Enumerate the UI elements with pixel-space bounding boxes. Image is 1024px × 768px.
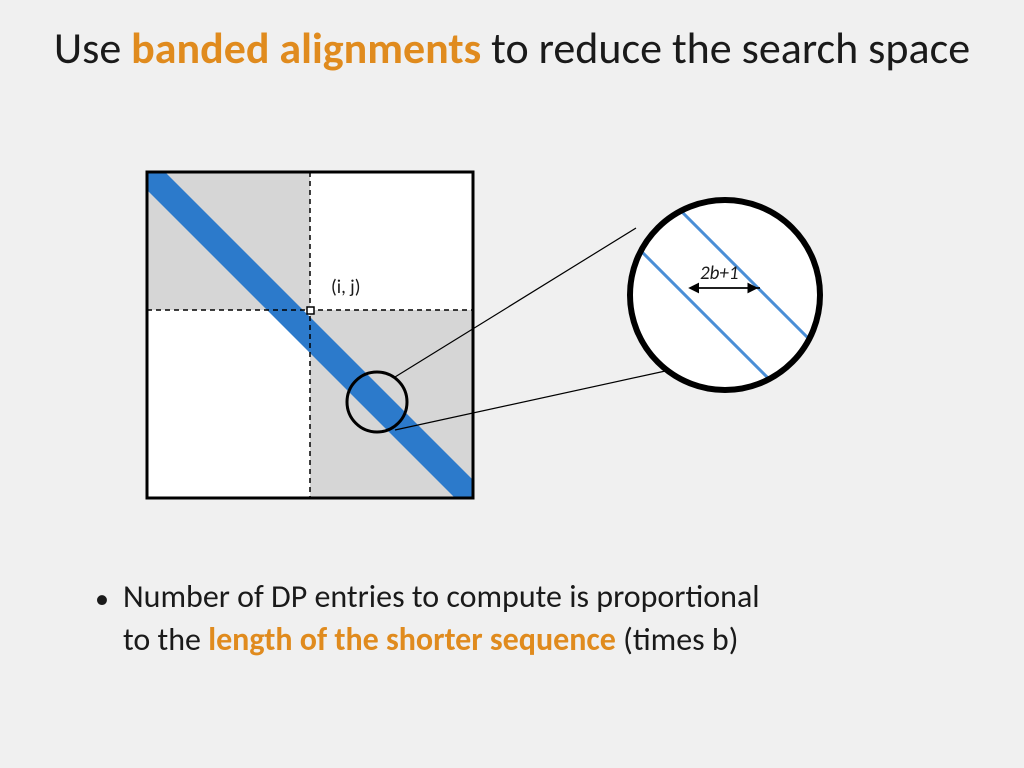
bullet-item: Number of DP entries to compute is propo… bbox=[95, 575, 935, 661]
slide-title: Use banded alignments to reduce the sear… bbox=[0, 0, 1024, 75]
zoom-circle-diagram bbox=[610, 180, 840, 410]
bullet-list: Number of DP entries to compute is propo… bbox=[95, 575, 935, 661]
title-highlight: banded alignments bbox=[131, 21, 481, 75]
bullet-pre: Number of DP entries to compute is propo… bbox=[123, 577, 760, 616]
diagram-area: (i, j) 2b+1 bbox=[0, 170, 1024, 530]
bullet-post: (times b) bbox=[616, 620, 739, 659]
band-width-label: 2b+1 bbox=[700, 262, 739, 285]
title-post: to reduce the search space bbox=[481, 21, 970, 75]
bullet-highlight: length of the shorter sequence bbox=[208, 620, 616, 659]
point-label: (i, j) bbox=[331, 276, 360, 299]
dp-matrix-diagram bbox=[145, 170, 475, 500]
title-pre: Use bbox=[54, 21, 131, 75]
bullet-pre-cont: to the bbox=[123, 620, 208, 659]
